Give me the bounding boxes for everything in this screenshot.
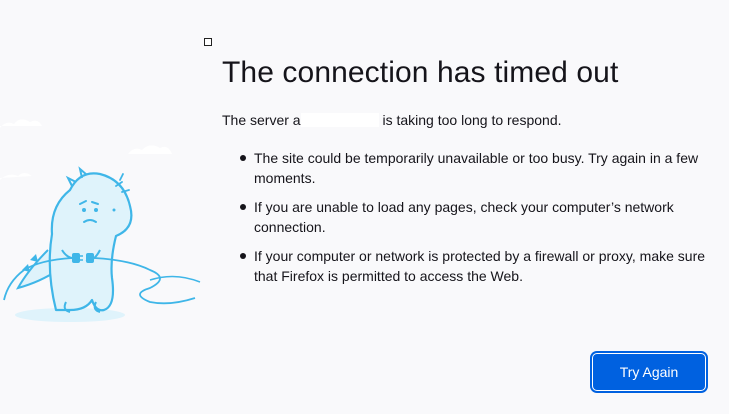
list-item: If you are unable to load any pages, che… xyxy=(240,197,722,237)
list-item: If your computer or network is protected… xyxy=(240,246,722,286)
suggestion-text: If you are unable to load any pages, che… xyxy=(254,199,674,235)
error-page: The connection has timed out The server … xyxy=(0,0,729,414)
suggestion-list: The site could be temporarily unavailabl… xyxy=(222,148,722,286)
suggestion-text: The site could be temporarily unavailabl… xyxy=(254,150,699,186)
dino-unplugged-illustration xyxy=(0,119,201,322)
suggestion-text: If your computer or network is protected… xyxy=(254,248,706,284)
redacted-hostname xyxy=(300,113,379,127)
error-content: The connection has timed out The server … xyxy=(222,52,722,295)
server-message-suffix: is taking too long to respond. xyxy=(378,112,562,128)
small-square-icon xyxy=(204,38,212,46)
server-message: The server a is taking too long to respo… xyxy=(222,110,722,130)
bullet-icon xyxy=(240,155,246,161)
bullet-icon xyxy=(240,204,246,210)
server-message-prefix: The server a xyxy=(222,112,301,128)
bullet-icon xyxy=(240,253,246,259)
try-again-button[interactable]: Try Again xyxy=(593,354,705,390)
list-item: The site could be temporarily unavailabl… xyxy=(240,148,722,188)
page-title: The connection has timed out xyxy=(222,56,619,89)
